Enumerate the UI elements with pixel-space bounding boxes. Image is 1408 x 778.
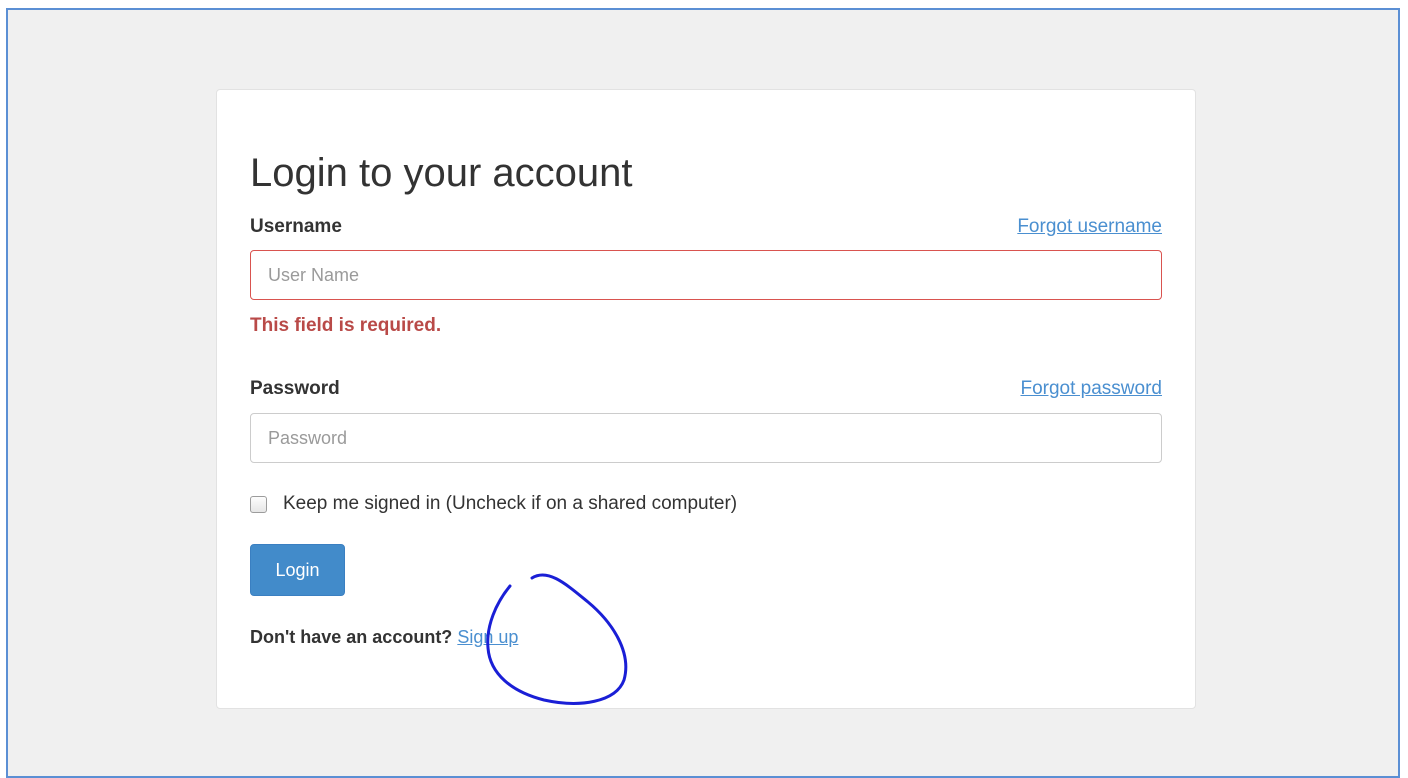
- remember-me-row: Keep me signed in (Uncheck if on a share…: [250, 492, 737, 516]
- forgot-username-link[interactable]: Forgot username: [1017, 216, 1162, 238]
- signup-row: Don't have an account? Sign up: [250, 626, 518, 648]
- signup-prompt: Don't have an account?: [250, 627, 453, 647]
- signup-link[interactable]: Sign up: [457, 627, 518, 647]
- password-label: Password: [250, 378, 340, 399]
- username-input[interactable]: [250, 250, 1162, 300]
- forgot-password-link[interactable]: Forgot password: [1020, 378, 1162, 400]
- remember-me-checkbox[interactable]: [250, 495, 267, 513]
- login-button[interactable]: Login: [250, 544, 345, 596]
- password-input[interactable]: [250, 413, 1162, 463]
- username-error-message: This field is required.: [250, 315, 442, 336]
- remember-me-label[interactable]: Keep me signed in (Uncheck if on a share…: [283, 493, 737, 515]
- username-label: Username: [250, 216, 342, 237]
- page-title: Login to your account: [250, 151, 633, 195]
